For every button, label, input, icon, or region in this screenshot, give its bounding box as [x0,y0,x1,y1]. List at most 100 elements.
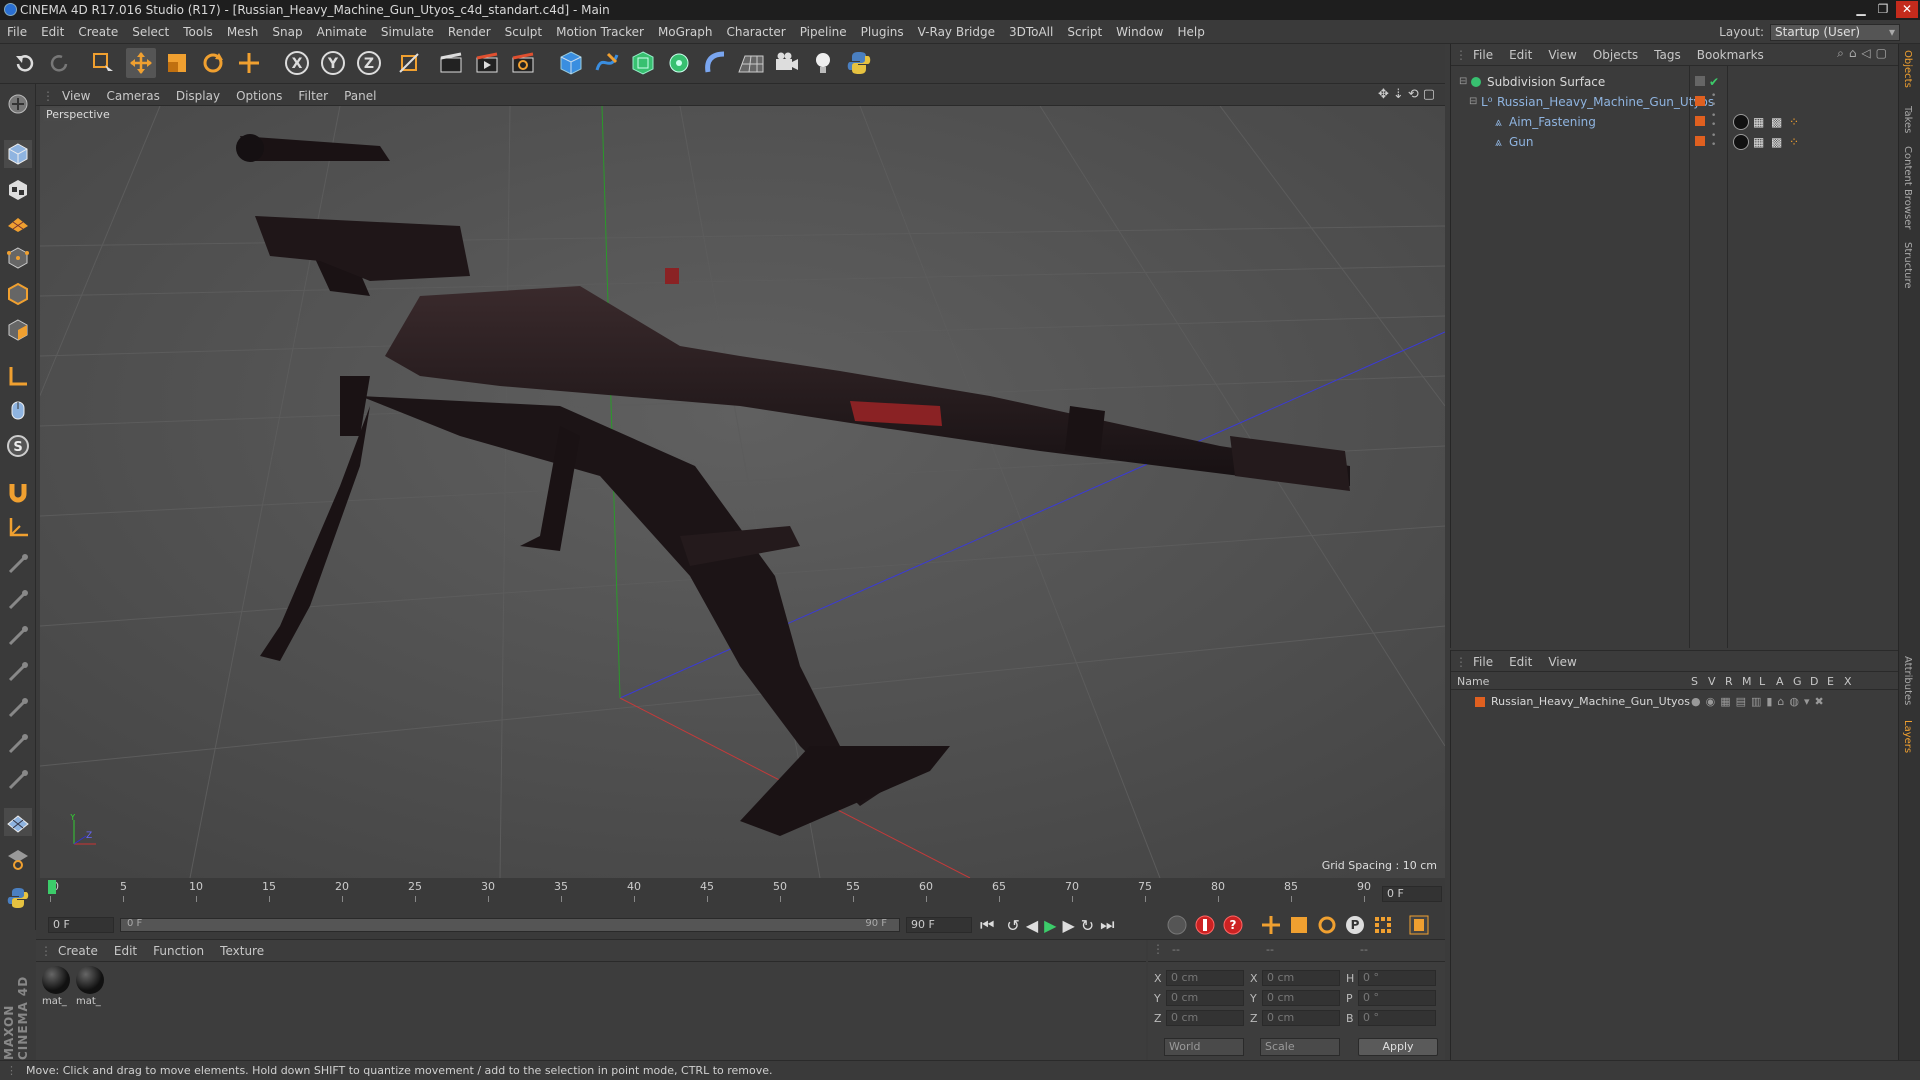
flag-deformers-header[interactable]: D [1810,675,1818,688]
material-item[interactable]: mat_ [42,966,72,1007]
z-axis-lock-button[interactable]: Z [354,48,384,78]
sculpt-grab-button[interactable] [4,550,32,578]
polygons-mode-button[interactable] [4,316,32,344]
name-column-header[interactable]: Name [1457,675,1489,688]
menu-pipeline[interactable]: Pipeline [793,20,854,44]
layer-menu-view[interactable]: View [1540,651,1584,673]
editor-visibility-dot[interactable] [1695,76,1705,86]
layer-color-swatch[interactable] [1695,136,1705,146]
flag-generators-header[interactable]: G [1793,675,1802,688]
viewport-menu-panel[interactable]: Panel [336,86,384,106]
menu-vray-bridge[interactable]: V-Ray Bridge [911,20,1002,44]
menu-help[interactable]: Help [1170,20,1211,44]
rot-h-field[interactable]: 0 ° [1358,970,1436,986]
sculpt-flatten-button[interactable] [4,694,32,722]
viewport-menu-cameras[interactable]: Cameras [98,86,167,106]
viewport-menu-view[interactable]: View [54,86,98,106]
keyframe-selection-icon[interactable]: ? [1222,914,1244,936]
timeline-window-icon[interactable] [1408,914,1430,936]
layer-color-swatch[interactable] [1475,697,1485,707]
key-rotation-icon[interactable] [1316,914,1338,936]
texture-mode-button[interactable] [4,176,32,204]
visibility-dots-icon[interactable]: • • [1711,92,1716,110]
menu-create[interactable]: Create [71,20,125,44]
model-mode-button[interactable] [4,140,32,168]
sculpt-smooth-button[interactable] [4,622,32,650]
menu-animate[interactable]: Animate [310,20,374,44]
tab-attributes[interactable]: Attributes [1902,656,1913,705]
visibility-dots-icon[interactable]: • • [1711,112,1716,130]
menu-file[interactable]: File [0,20,34,44]
undo-button[interactable] [10,48,40,78]
layout-dropdown[interactable]: Startup (User) [1770,24,1900,41]
redo-button[interactable] [44,48,74,78]
python-script-button[interactable] [844,48,874,78]
previous-key-icon[interactable]: ↺ [1006,916,1019,935]
menu-character[interactable]: Character [719,20,792,44]
add-deformer-button[interactable] [700,48,730,78]
pos-y-field[interactable]: 0 cm [1166,990,1244,1006]
menu-snap[interactable]: Snap [265,20,309,44]
sculpt-pull-button[interactable] [4,586,32,614]
autokey-record-icon[interactable] [1194,914,1216,936]
layer-menu-file[interactable]: File [1465,651,1501,673]
object-row-aim-fastening[interactable]: ⩓ Aim_Fastening • • ▦ ▩ ⁘ [1451,112,1899,132]
add-nurbs-button[interactable] [628,48,658,78]
tab-structure[interactable]: Structure [1902,242,1913,289]
pos-z-field[interactable]: 0 cm [1166,1010,1244,1026]
apply-button[interactable]: Apply [1358,1038,1438,1056]
size-x-field[interactable]: 0 cm [1262,970,1340,986]
timeline-ruler[interactable]: 0 5 10 15 20 25 30 35 40 45 50 55 60 65 … [36,878,1445,910]
uvw-tag-icon[interactable]: ▩ [1771,112,1782,132]
y-axis-lock-button[interactable]: Y [318,48,348,78]
sculpt-pinch-button[interactable] [4,730,32,758]
previous-frame-icon[interactable]: ◀ [1026,916,1038,935]
maximize-button[interactable]: ❐ [1872,1,1894,18]
add-floor-button[interactable] [736,48,766,78]
close-button[interactable]: ✕ [1896,1,1918,18]
render-to-picture-viewer-button[interactable] [472,48,502,78]
edges-mode-button[interactable] [4,280,32,308]
visibility-dots-icon[interactable]: • • [1711,132,1716,150]
object-menu-objects[interactable]: Objects [1585,44,1646,66]
menu-mograph[interactable]: MoGraph [651,20,720,44]
flag-xref-header[interactable]: X [1844,675,1852,688]
viewport-menu-options[interactable]: Options [228,86,290,106]
rotate-tool-button[interactable] [198,48,228,78]
playhead-marker[interactable] [48,880,56,894]
workplane-lock-button[interactable] [4,844,32,872]
layer-color-swatch[interactable] [1695,116,1705,126]
make-editable-button[interactable] [4,90,32,118]
add-array-button[interactable] [664,48,694,78]
collapse-toggle-icon[interactable]: ⊟ [1469,92,1477,112]
key-position-icon[interactable] [1260,914,1282,936]
material-menu-texture[interactable]: Texture [212,940,272,962]
object-row-russian-heavy-machine-gun[interactable]: ⊟ L⁰ Russian_Heavy_Machine_Gun_Utyos • • [1451,92,1899,112]
sculpt-inflate-button[interactable] [4,658,32,686]
workplane-mode-button[interactable] [4,208,32,236]
tab-layers[interactable]: Layers [1902,720,1913,753]
play-icon[interactable]: ▶ [1044,916,1056,935]
texture-tag-icon[interactable]: ▦ [1753,132,1764,152]
grid-display-button[interactable] [4,808,32,836]
menu-motion-tracker[interactable]: Motion Tracker [549,20,651,44]
start-frame-field[interactable]: 0 F [48,917,114,933]
magnet-button[interactable] [4,478,32,506]
collapse-toggle-icon[interactable]: ⊟ [1459,72,1467,92]
3d-viewport[interactable]: Perspective Grid Spacing : 10 cm Y Z [40,106,1445,878]
current-frame-field[interactable]: 0 F [1382,886,1442,902]
menu-select[interactable]: Select [125,20,176,44]
flag-animation-header[interactable]: A [1776,675,1784,688]
move-tool-button[interactable] [126,48,156,78]
next-key-icon[interactable]: ↻ [1081,916,1094,935]
layer-row[interactable]: Russian_Heavy_Machine_Gun_Utyos ●◉▦▤▥▮⌂◍… [1451,692,1899,712]
tweak-mode-button[interactable] [4,396,32,424]
recent-tools-button[interactable] [234,48,264,78]
camera-label[interactable]: Perspective [44,108,112,121]
key-scale-icon[interactable] [1288,914,1310,936]
add-light-button[interactable] [808,48,838,78]
flag-view-header[interactable]: V [1708,675,1716,688]
go-to-end-icon[interactable]: ⏭ [1100,915,1114,935]
object-row-gun[interactable]: ⩓ Gun • • ▦ ▩ ⁘ [1451,132,1899,152]
object-row-subdivision-surface[interactable]: ⊟ Subdivision Surface ✔ [1451,72,1899,92]
